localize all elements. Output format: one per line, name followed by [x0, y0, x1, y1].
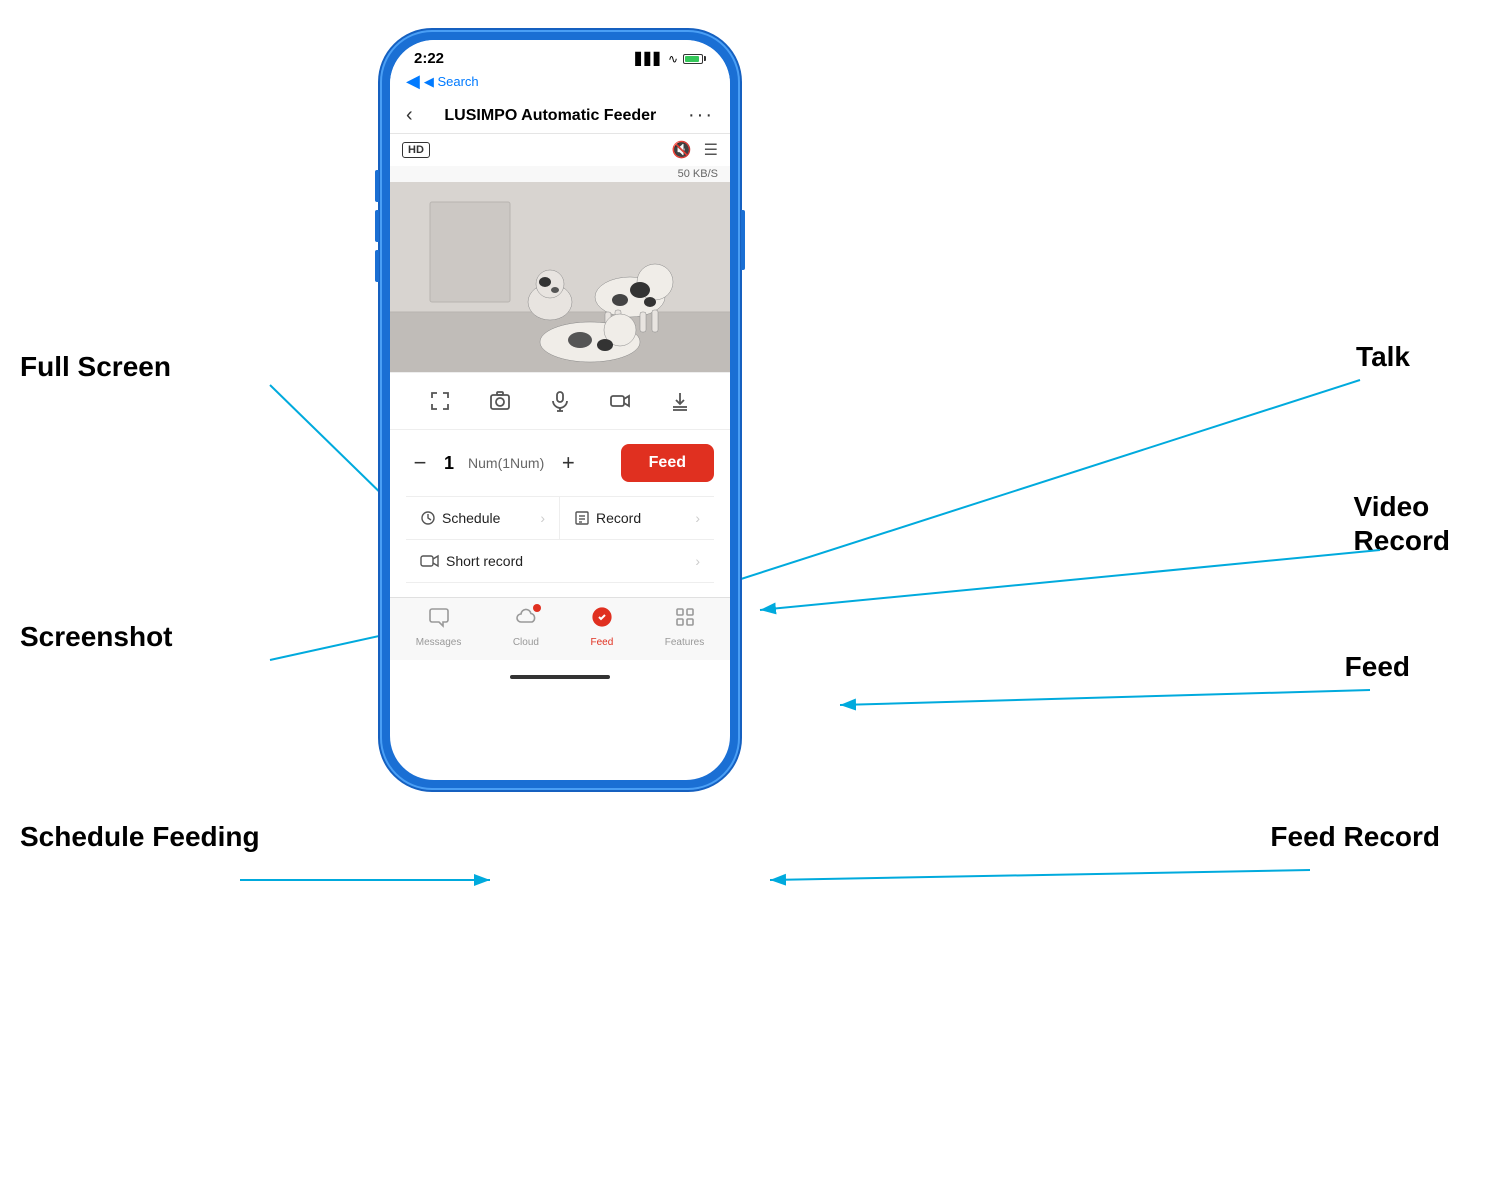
mute-icon[interactable]: 🔇 [672, 140, 692, 160]
talk-label: Talk [1356, 340, 1410, 374]
feed-section: − 1 Num(1Num) + Feed [390, 430, 730, 597]
full-screen-label: Full Screen [20, 350, 171, 384]
status-bar: 2:22 ▋▋▋ ∿ [390, 40, 730, 71]
schedule-menu-item[interactable]: Schedule › [406, 497, 560, 540]
video-top-bar: HD 🔇 ☰ [390, 134, 730, 166]
control-bar [390, 372, 730, 430]
schedule-label: Schedule [442, 510, 500, 526]
record-list-icon [574, 510, 590, 526]
tab-bar: Messages Cloud [390, 597, 730, 660]
feed-plus-button[interactable]: + [554, 450, 582, 476]
feed-minus-button[interactable]: − [406, 450, 434, 476]
short-record-left: Short record [420, 553, 523, 569]
feed-label: Feed [1345, 650, 1410, 684]
wifi-icon: ∿ [668, 52, 678, 66]
short-record-item[interactable]: Short record › [406, 540, 714, 583]
video-record-label: VideoRecord [1354, 490, 1450, 557]
talk-button[interactable] [544, 385, 576, 417]
menu-grid: Schedule › [406, 496, 714, 540]
back-button[interactable]: ‹ [406, 104, 413, 127]
feed-count: 1 [444, 453, 454, 474]
phone-device: 2:22 ▋▋▋ ∿ ◀ ◀ Search [380, 30, 740, 790]
tab-cloud[interactable]: Cloud [513, 606, 539, 648]
dog-scene [390, 182, 730, 372]
tab-feed[interactable]: Feed [590, 606, 613, 648]
features-icon [674, 606, 696, 634]
record-chevron: › [695, 510, 700, 526]
short-record-icon [420, 554, 440, 568]
short-record-chevron: › [695, 553, 700, 569]
video-top-icons: 🔇 ☰ [672, 140, 718, 160]
record-menu-item[interactable]: Record › [560, 497, 714, 540]
speed-indicator: 50 KB/S [390, 166, 730, 182]
features-label: Features [665, 637, 704, 648]
cloud-icon [515, 606, 537, 634]
feed-num-label: Num(1Num) [468, 455, 544, 471]
list-icon[interactable]: ☰ [704, 140, 718, 160]
video-frame [390, 182, 730, 372]
search-back-icon: ◀ [406, 71, 420, 92]
download-button[interactable] [664, 385, 696, 417]
feed-tab-label: Feed [590, 637, 613, 648]
clock-icon [420, 510, 436, 526]
screenshot-button[interactable] [484, 385, 516, 417]
messages-icon [428, 606, 450, 634]
more-button[interactable]: ··· [688, 104, 714, 127]
status-icons: ▋▋▋ ∿ [635, 52, 706, 66]
cloud-label: Cloud [513, 637, 539, 648]
signal-icon: ▋▋▋ [635, 52, 663, 66]
record-label: Record [596, 510, 641, 526]
schedule-chevron: › [540, 510, 545, 526]
hd-badge[interactable]: HD [402, 142, 430, 158]
search-text: ◀ Search [424, 74, 479, 90]
feed-counter: − 1 Num(1Num) + [406, 450, 582, 476]
fullscreen-button[interactable] [424, 385, 456, 417]
schedule-feeding-label: Schedule Feeding [20, 820, 260, 854]
app-title: LUSIMPO Automatic Feeder [444, 107, 656, 125]
feed-tab-icon [591, 606, 613, 634]
feed-button[interactable]: Feed [621, 444, 714, 482]
feed-row: − 1 Num(1Num) + Feed [406, 444, 714, 482]
feed-record-label: Feed Record [1270, 820, 1440, 854]
video-record-button[interactable] [604, 385, 636, 417]
tab-features[interactable]: Features [665, 606, 704, 648]
tab-messages[interactable]: Messages [416, 606, 462, 648]
schedule-item-left: Schedule [420, 510, 500, 526]
app-header: ‹ LUSIMPO Automatic Feeder ··· [390, 98, 730, 134]
search-bar: ◀ ◀ Search [390, 71, 730, 98]
status-time: 2:22 [414, 50, 444, 67]
screenshot-label: Screenshot [20, 620, 173, 654]
record-item-left: Record [574, 510, 641, 526]
messages-label: Messages [416, 637, 462, 648]
home-bar [510, 675, 610, 679]
home-indicator [390, 660, 730, 686]
cloud-notification-dot [533, 604, 541, 612]
short-record-label: Short record [446, 553, 523, 569]
battery-icon [683, 54, 706, 64]
